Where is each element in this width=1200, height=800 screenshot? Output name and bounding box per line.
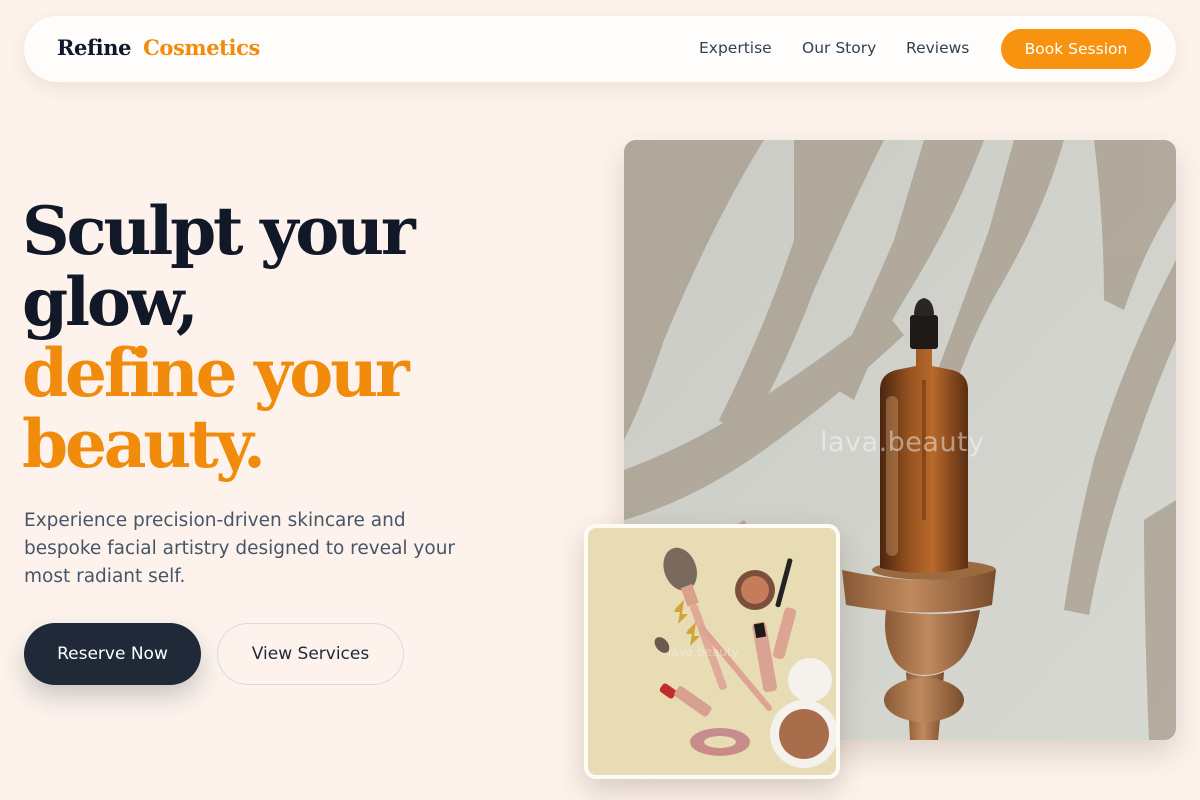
small-image-watermark: lava.beauty (668, 645, 739, 659)
reserve-now-button[interactable]: Reserve Now (24, 623, 201, 685)
headline-line-1: Sculpt your (22, 192, 416, 270)
brand-logo[interactable]: Refine Cosmetics (57, 35, 260, 60)
headline-line-3: define your (22, 334, 410, 412)
nav-link-our-story[interactable]: Our Story (802, 39, 876, 57)
main-image-watermark: lava.beauty (820, 427, 985, 458)
book-session-button[interactable]: Book Session (1001, 29, 1151, 69)
top-navbar: Refine Cosmetics Expertise Our Story Revi… (24, 16, 1176, 82)
brand-name-primary: Refine (57, 35, 132, 60)
headline-line-2: glow, (22, 263, 199, 341)
nav-link-expertise[interactable]: Expertise (699, 39, 772, 57)
view-services-button[interactable]: View Services (217, 623, 404, 685)
brand-name-accent: Cosmetics (143, 35, 260, 60)
hero-headline: Sculpt your glow, define your beauty. (22, 196, 522, 480)
hero-subtext: Experience precision-driven skincare and… (24, 510, 456, 587)
nav-link-reviews[interactable]: Reviews (906, 39, 969, 57)
headline-line-4: beauty. (22, 405, 266, 483)
